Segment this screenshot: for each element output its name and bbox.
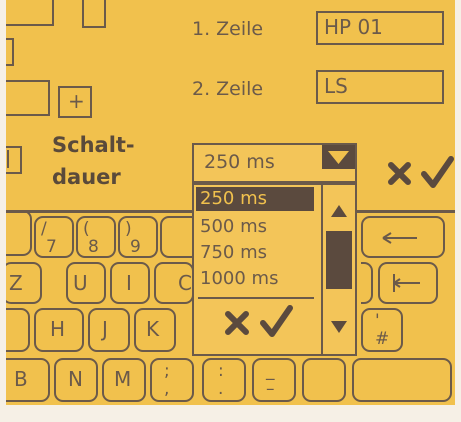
plus-button[interactable]: +	[58, 86, 92, 118]
key-o[interactable]: C	[154, 262, 194, 304]
key-m[interactable]: M	[102, 358, 146, 402]
select-value: 250 ms	[204, 151, 275, 173]
key-0[interactable]	[6, 210, 32, 256]
scrollbar[interactable]	[321, 185, 355, 354]
field-2-input[interactable]: LS	[316, 70, 444, 104]
tab-left-icon	[393, 274, 420, 292]
key-k[interactable]: K	[134, 308, 176, 352]
lcd-screen: + 1. Zeile HP 01 2. Zeile LS Schalt- dau…	[6, 0, 455, 405]
key-left-partial[interactable]	[6, 308, 30, 352]
key-n[interactable]: N	[54, 358, 98, 402]
key-colon[interactable]: :.	[202, 358, 246, 402]
option-500ms[interactable]: 500 ms	[200, 215, 267, 239]
key-7[interactable]: /7	[34, 216, 74, 258]
dropdown-confirm-button[interactable]	[258, 301, 294, 341]
key-right-small[interactable]	[361, 262, 373, 304]
schaltdauer-label-line2: dauer	[52, 165, 121, 189]
schaltdauer-label-line1: Schalt-	[52, 133, 135, 157]
key-j[interactable]: J	[88, 308, 130, 352]
cancel-button[interactable]	[386, 158, 416, 194]
triangle-down-icon	[328, 151, 349, 164]
left-box[interactable]	[6, 38, 14, 66]
check-icon	[260, 305, 293, 337]
key-minus[interactable]	[302, 358, 346, 402]
scroll-down-button[interactable]	[323, 317, 355, 339]
key-hash[interactable]: ' #	[361, 308, 403, 352]
key-b[interactable]: B	[6, 358, 50, 402]
option-750ms[interactable]: 750 ms	[200, 241, 267, 265]
option-1000ms[interactable]: 1000 ms	[200, 267, 278, 291]
key-semicolon[interactable]: ;,	[150, 358, 194, 402]
schaltdauer-dropdown-list: 250 ms 500 ms 750 ms 1000 ms	[192, 183, 357, 356]
plus-label: +	[68, 89, 85, 113]
tab-key[interactable]	[378, 262, 438, 304]
field-1-value: HP 01	[324, 15, 383, 39]
key-underscore[interactable]: _ –	[252, 358, 296, 402]
key-u[interactable]: U	[66, 262, 106, 304]
confirm-button[interactable]	[419, 152, 455, 192]
cancel-x-icon	[388, 162, 411, 185]
field-1-label: 1. Zeile	[192, 18, 264, 40]
select-toggle-button[interactable]	[322, 145, 355, 169]
key-8[interactable]: (8	[76, 216, 116, 258]
checkbox-left[interactable]	[6, 146, 22, 174]
scroll-thumb[interactable]	[326, 231, 352, 289]
cancel-x-icon	[225, 311, 249, 335]
field-2-value: LS	[324, 74, 348, 98]
triangle-up-icon	[331, 205, 347, 217]
dropdown-divider-line	[198, 297, 314, 299]
option-250ms[interactable]: 250 ms	[196, 187, 314, 211]
field-1-input[interactable]: HP 01	[316, 11, 444, 45]
top-key-box[interactable]	[82, 0, 106, 28]
space-key[interactable]	[352, 358, 452, 402]
check-icon	[421, 156, 454, 188]
field-2-label: 2. Zeile	[192, 78, 264, 100]
backspace-key[interactable]	[361, 216, 445, 258]
input-box-left[interactable]	[6, 80, 50, 116]
key-z[interactable]: Z	[6, 262, 42, 304]
key-h[interactable]: H	[34, 308, 84, 352]
scroll-up-button[interactable]	[323, 199, 355, 221]
arrow-left-icon	[382, 232, 417, 244]
checkbox-mark-icon	[7, 150, 9, 168]
key-i[interactable]: I	[110, 262, 150, 304]
key-9[interactable]: ) 9	[118, 216, 158, 258]
triangle-down-icon	[331, 321, 347, 333]
schaltdauer-select[interactable]: 250 ms	[192, 143, 357, 183]
top-left-box[interactable]	[6, 0, 54, 26]
dropdown-cancel-button[interactable]	[222, 305, 252, 339]
